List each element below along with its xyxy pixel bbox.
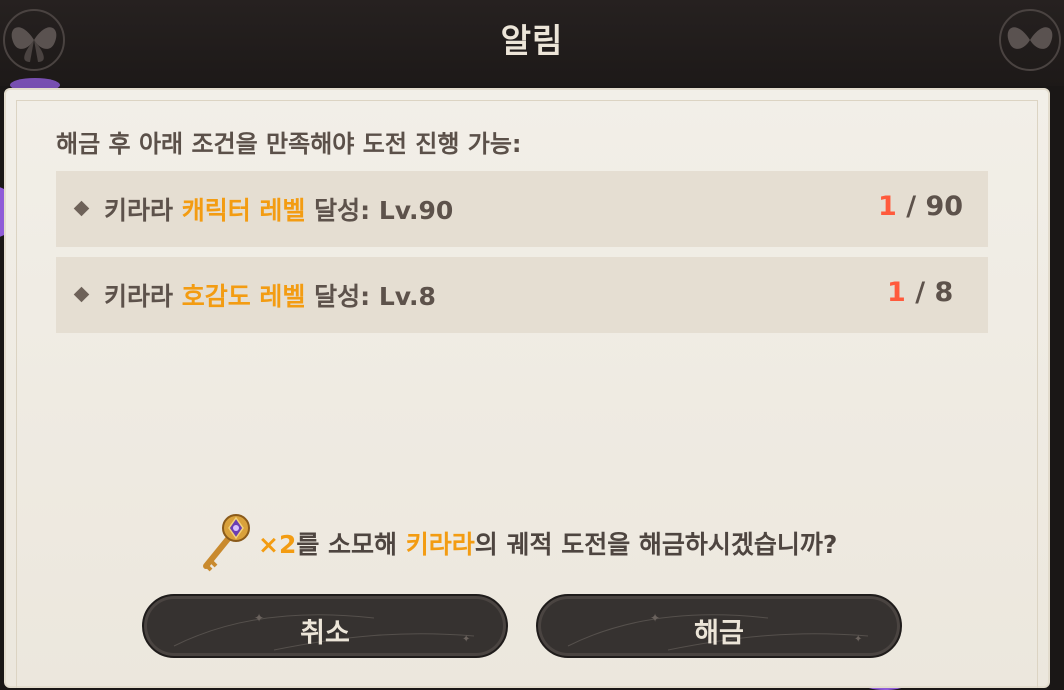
condition-highlight: 호감도 레벨 (181, 282, 306, 311)
confirm-part1: 를 소모해 (296, 530, 406, 559)
condition-row-friendship: 키라라 호감도 레벨 달성: Lv.8 1 / 8 (56, 257, 988, 333)
bullet-diamond-icon (73, 200, 90, 217)
condition-row-level: 키라라 캐릭터 레벨 달성: Lv.90 1 / 90 (56, 171, 988, 247)
confirm-part2: 의 궤적 도전을 해금하시겠습니까? (474, 530, 838, 559)
condition-progress: 1 / 90 (878, 191, 963, 222)
unlock-button-label: 해금 (694, 618, 744, 649)
dialog-title: 알림 (500, 21, 564, 60)
condition-text: 키라라 캐릭터 레벨 달성: Lv.90 (104, 191, 453, 227)
condition-highlight: 캐릭터 레벨 (181, 196, 306, 225)
golden-key-icon (203, 514, 250, 572)
progress-total: / 90 (896, 191, 964, 222)
header-bar: 알림 (0, 0, 1064, 86)
unlock-requirements-intro: 해금 후 아래 조건을 만족해야 도전 진행 가능: (56, 130, 522, 158)
condition-suffix: 달성: Lv.90 (305, 196, 454, 225)
progress-current: 1 (887, 277, 906, 308)
cancel-button[interactable]: ✦ ✦ 취소 (142, 594, 508, 658)
character-name: 키라라 (405, 530, 475, 559)
condition-text: 키라라 호감도 레벨 달성: Lv.8 (104, 277, 436, 313)
unlock-button[interactable]: ✦ ✦ 해금 (536, 594, 902, 658)
bullet-diamond-icon (73, 286, 90, 303)
item-count: ×2 (258, 530, 297, 559)
condition-suffix: 달성: Lv.8 (305, 282, 436, 311)
unlock-confirm-message: ×2를 소모해 키라라의 궤적 도전을 해금하시겠습니까? (258, 525, 837, 561)
condition-prefix: 키라라 (104, 196, 182, 225)
condition-progress: 1 / 8 (887, 277, 953, 308)
condition-prefix: 키라라 (104, 282, 182, 311)
progress-total: / 8 (905, 277, 954, 308)
progress-current: 1 (878, 191, 897, 222)
cancel-button-label: 취소 (300, 618, 350, 649)
